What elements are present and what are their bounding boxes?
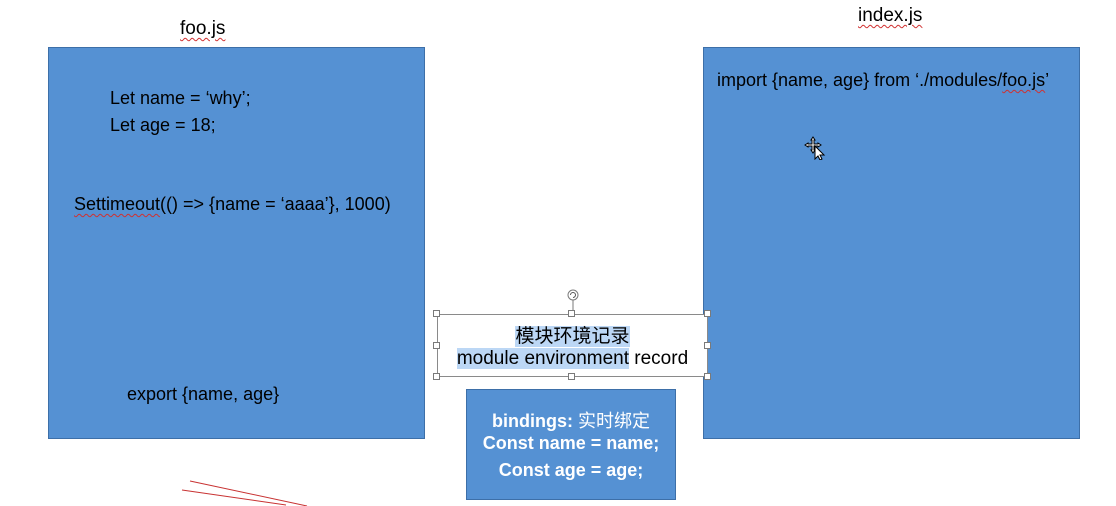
export-line: export {name, age} <box>127 384 280 404</box>
env-record-title-en: module environment record <box>438 348 707 370</box>
import-closing-quote: ’ <box>1045 70 1050 90</box>
import-file-name: foo.js <box>1002 70 1046 90</box>
env-record-en-rest: record <box>629 348 689 369</box>
import-statement: import {name, age} from ‘./modules/ <box>717 70 1003 90</box>
resize-handle-top-right[interactable] <box>704 310 711 317</box>
settimeout-line: Settimeout(() => {name = ‘aaaa’}, 1000) <box>74 194 391 215</box>
let-age-line: Let age = 18; <box>110 115 216 135</box>
resize-handle-left[interactable] <box>433 342 440 349</box>
env-record-cn-text: 模块环境记录 <box>515 326 630 347</box>
move-cursor-icon <box>804 136 826 160</box>
resize-handle-right[interactable] <box>704 342 711 349</box>
bindings-label-line: bindings: 实时绑定 <box>467 407 675 433</box>
let-name-line: Let name = ‘why’; <box>110 88 251 108</box>
resize-handle-bottom-right[interactable] <box>704 373 711 380</box>
pen-annotation-strokes <box>181 480 308 506</box>
import-line: import {name, age} from ‘./modules/foo.j… <box>717 70 1049 91</box>
resize-handle-top-left[interactable] <box>433 310 440 317</box>
resize-handle-top[interactable] <box>568 310 575 317</box>
foo-file-title: foo.js <box>180 18 226 39</box>
binding-const-age: Const age = age; <box>498 460 644 480</box>
bindings-label: bindings: <box>492 411 573 431</box>
bindings-label-cn: 实时绑定 <box>572 411 650 431</box>
env-record-en-highlight: module environment <box>456 348 629 369</box>
resize-handle-bottom-left[interactable] <box>433 373 440 380</box>
settimeout-keyword: Settimeout <box>74 194 161 214</box>
foo-module-panel[interactable]: Let name = ‘why’; Let age = 18; Settimeo… <box>48 47 425 439</box>
index-module-panel[interactable]: import {name, age} from ‘./modules/foo.j… <box>703 47 1080 439</box>
env-record-title-cn: 模块环境记录 <box>438 321 707 348</box>
index-file-title: index.js <box>858 5 923 26</box>
bindings-box[interactable]: bindings: 实时绑定 Const name = name; Const … <box>466 389 676 500</box>
binding-const-name: Const name = name; <box>482 433 660 453</box>
module-environment-record-box[interactable]: 模块环境记录 module environment record <box>437 314 708 377</box>
resize-handle-bottom[interactable] <box>568 373 575 380</box>
settimeout-body: (() => {name = ‘aaaa’}, 1000) <box>160 194 391 214</box>
